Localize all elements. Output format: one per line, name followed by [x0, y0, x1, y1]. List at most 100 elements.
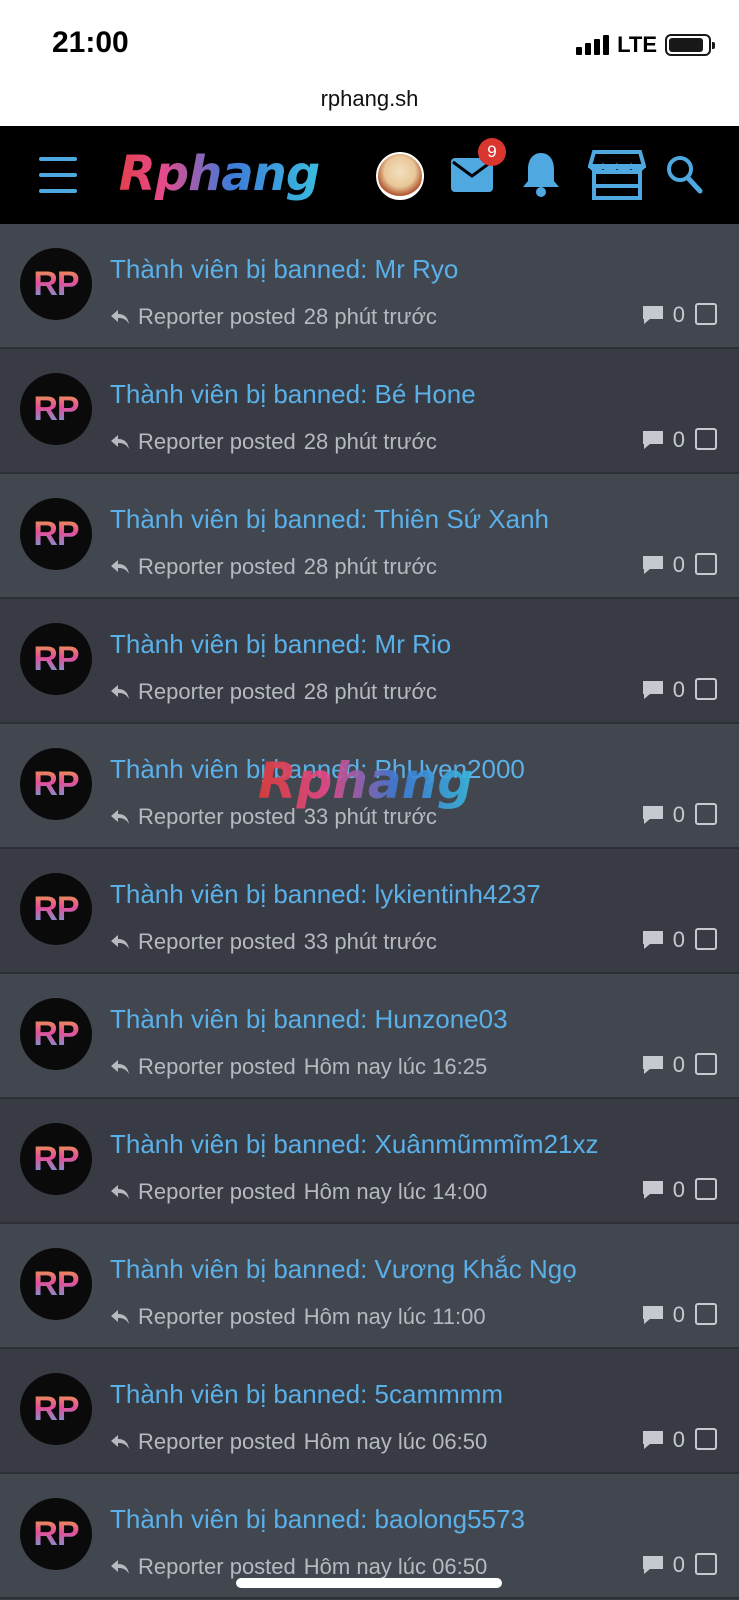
reply-icon: [111, 435, 129, 449]
thread-checkbox[interactable]: [695, 553, 717, 575]
thread-checkbox[interactable]: [695, 1428, 717, 1450]
reply-count: 0: [641, 1302, 685, 1328]
thread-avatar[interactable]: RP: [20, 873, 92, 945]
thread-author[interactable]: Reporter posted: [138, 1179, 296, 1205]
thread-avatar[interactable]: RP: [20, 1248, 92, 1320]
thread-author[interactable]: Reporter posted: [138, 804, 296, 830]
thread-time: 28 phút trước: [303, 679, 437, 704]
thread-title[interactable]: Thành viên bị banned: Mr Rio: [110, 629, 451, 660]
reply-count: 0: [641, 1177, 685, 1203]
reply-count-value: 0: [672, 552, 685, 577]
reply-count-value: 0: [672, 427, 685, 452]
reply-count: 0: [641, 552, 685, 578]
comment-icon: [642, 931, 663, 949]
reply-count: 0: [641, 1427, 685, 1453]
thread-avatar[interactable]: RP: [20, 248, 92, 320]
thread-title[interactable]: Thành viên bị banned: Hunzone03: [110, 1004, 508, 1035]
reply-count: 0: [641, 1052, 685, 1078]
thread-avatar[interactable]: RP: [20, 1498, 92, 1570]
thread-avatar[interactable]: RP: [20, 623, 92, 695]
thread-avatar[interactable]: RP: [20, 498, 92, 570]
thread-avatar[interactable]: RP: [20, 1373, 92, 1445]
thread-row[interactable]: RP Thành viên bị banned: lykientinh4237 …: [0, 849, 739, 974]
thread-title[interactable]: Thành viên bị banned: Bé Hone: [110, 379, 476, 410]
thread-author[interactable]: Reporter posted: [138, 1429, 296, 1455]
url-bar[interactable]: rphang.sh: [0, 84, 739, 126]
thread-title[interactable]: Thành viên bị banned: Xuânmũmmĩm21xz: [110, 1129, 599, 1160]
mail-icon[interactable]: 9: [450, 138, 506, 196]
thread-title[interactable]: Thành viên bị banned: Mr Ryo: [110, 254, 458, 285]
thread-title[interactable]: Thành viên bị banned: 5cammmm: [110, 1379, 503, 1410]
thread-row[interactable]: RP Thành viên bị banned: PhUyen2000 Repo…: [0, 724, 739, 849]
bell-icon[interactable]: [520, 150, 562, 198]
thread-meta: Reporter posted 28 phút trước: [110, 429, 437, 455]
store-icon[interactable]: [588, 148, 646, 200]
status-time: 21:00: [52, 26, 129, 59]
thread-author[interactable]: Reporter posted: [138, 1304, 296, 1330]
menu-icon[interactable]: [38, 157, 78, 193]
search-icon[interactable]: [664, 152, 704, 196]
reply-count-value: 0: [672, 1302, 685, 1327]
reply-icon: [111, 810, 129, 824]
thread-checkbox[interactable]: [695, 303, 717, 325]
comment-icon: [642, 556, 663, 574]
thread-row[interactable]: RP Thành viên bị banned: Xuânmũmmĩm21xz …: [0, 1099, 739, 1224]
reply-count: 0: [641, 677, 685, 703]
reply-count-value: 0: [672, 677, 685, 702]
thread-time: 33 phút trước: [303, 804, 437, 829]
thread-time: Hôm nay lúc 14:00: [303, 1179, 488, 1204]
thread-author[interactable]: Reporter posted: [138, 429, 296, 455]
reply-icon: [111, 1185, 129, 1199]
thread-list: RP Thành viên bị banned: Mr Ryo Reporter…: [0, 224, 739, 1599]
thread-avatar[interactable]: RP: [20, 748, 92, 820]
thread-row[interactable]: RP Thành viên bị banned: Vương Khắc Ngọ …: [0, 1224, 739, 1349]
site-logo[interactable]: Rphang: [106, 144, 332, 204]
user-avatar[interactable]: [376, 152, 424, 200]
reply-count: 0: [641, 427, 685, 453]
thread-row[interactable]: RP Thành viên bị banned: Hunzone03 Repor…: [0, 974, 739, 1099]
thread-title[interactable]: Thành viên bị banned: Thiên Sứ Xanh: [110, 504, 549, 535]
thread-time: 28 phút trước: [303, 554, 437, 579]
reply-count: 0: [641, 802, 685, 828]
thread-row[interactable]: RP Thành viên bị banned: Mr Rio Reporter…: [0, 599, 739, 724]
thread-avatar[interactable]: RP: [20, 1123, 92, 1195]
thread-avatar[interactable]: RP: [20, 373, 92, 445]
signal-icon: [576, 35, 610, 55]
comment-icon: [642, 806, 663, 824]
reply-count-value: 0: [672, 1427, 685, 1452]
thread-checkbox[interactable]: [695, 1303, 717, 1325]
reply-count: 0: [641, 302, 685, 328]
thread-title[interactable]: Thành viên bị banned: baolong5573: [110, 1504, 525, 1535]
thread-author[interactable]: Reporter posted: [138, 1054, 296, 1080]
thread-checkbox[interactable]: [695, 1178, 717, 1200]
thread-title[interactable]: Thành viên bị banned: Vương Khắc Ngọ: [110, 1254, 577, 1285]
thread-meta: Reporter posted 28 phút trước: [110, 304, 437, 330]
thread-checkbox[interactable]: [695, 428, 717, 450]
reply-icon: [111, 1435, 129, 1449]
thread-author[interactable]: Reporter posted: [138, 929, 296, 955]
comment-icon: [642, 1431, 663, 1449]
thread-checkbox[interactable]: [695, 1553, 717, 1575]
thread-row[interactable]: RP Thành viên bị banned: Thiên Sứ Xanh R…: [0, 474, 739, 599]
thread-title[interactable]: Thành viên bị banned: lykientinh4237: [110, 879, 541, 910]
thread-checkbox[interactable]: [695, 1053, 717, 1075]
thread-author[interactable]: Reporter posted: [138, 554, 296, 580]
reply-count-value: 0: [672, 302, 685, 327]
thread-checkbox[interactable]: [695, 803, 717, 825]
thread-checkbox[interactable]: [695, 928, 717, 950]
thread-row[interactable]: RP Thành viên bị banned: Mr Ryo Reporter…: [0, 224, 739, 349]
thread-avatar[interactable]: RP: [20, 998, 92, 1070]
thread-row[interactable]: RP Thành viên bị banned: Bé Hone Reporte…: [0, 349, 739, 474]
comment-icon: [642, 1556, 663, 1574]
reply-icon: [111, 1560, 129, 1574]
thread-row[interactable]: RP Thành viên bị banned: 5cammmm Reporte…: [0, 1349, 739, 1474]
thread-author[interactable]: Reporter posted: [138, 304, 296, 330]
thread-checkbox[interactable]: [695, 678, 717, 700]
thread-title[interactable]: Thành viên bị banned: PhUyen2000: [110, 754, 525, 785]
reply-count: 0: [641, 927, 685, 953]
home-indicator[interactable]: [236, 1578, 502, 1588]
thread-author[interactable]: Reporter posted: [138, 1554, 296, 1580]
reply-icon: [111, 935, 129, 949]
thread-author[interactable]: Reporter posted: [138, 679, 296, 705]
thread-meta: Reporter posted Hôm nay lúc 06:50: [110, 1429, 487, 1455]
